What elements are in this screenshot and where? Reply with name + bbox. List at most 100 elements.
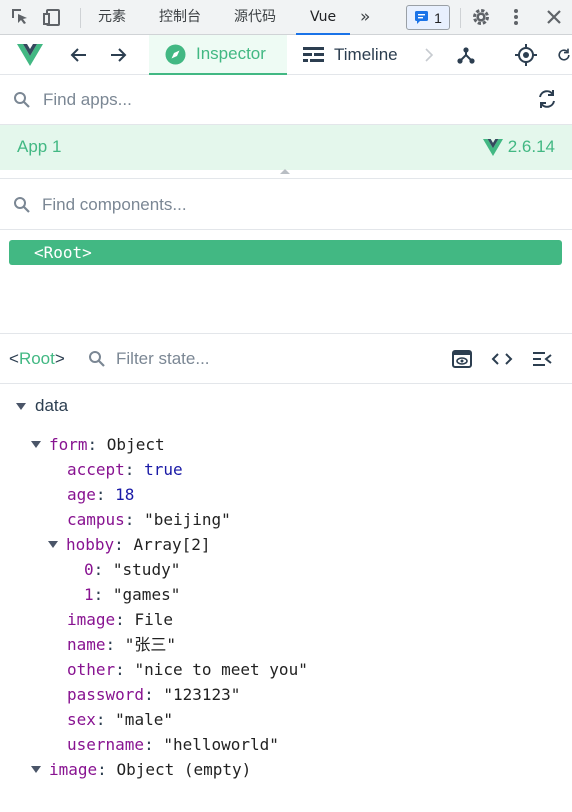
message-icon (415, 11, 429, 24)
state-key: campus (67, 510, 125, 529)
find-components-input[interactable]: Find components... (42, 195, 187, 215)
devtools-toolbar: 元素 控制台 源代码 Vue » 1 (0, 0, 572, 35)
toolbar-divider (80, 8, 81, 28)
state-key: age (67, 485, 96, 504)
chevron-right-icon[interactable] (422, 43, 436, 67)
state-value: "helloworld" (163, 735, 279, 754)
state-row-1: 1: "games" (84, 582, 180, 607)
timeline-icon (303, 47, 324, 62)
expand-triangle-icon[interactable] (31, 766, 41, 773)
state-key: other (67, 660, 116, 679)
state-section-label: data (35, 396, 69, 415)
search-icon (14, 197, 30, 213)
state-separator: : (144, 685, 164, 704)
tab-inspector[interactable]: Inspector (149, 35, 287, 75)
component-graph-icon[interactable] (454, 43, 478, 67)
toolbar-divider (460, 8, 461, 28)
tab-timeline[interactable]: Timeline (303, 35, 398, 75)
inspect-element-icon[interactable] (9, 6, 31, 28)
scroll-to-component-icon[interactable] (451, 348, 473, 370)
state-value: "nice to meet you" (134, 660, 308, 679)
state-header: <Root> Filter state... (0, 334, 572, 384)
issues-badge[interactable]: 1 (406, 5, 450, 30)
close-icon[interactable] (543, 6, 565, 28)
state-value: Object (106, 435, 165, 454)
state-separator: : (115, 660, 135, 679)
state-separator: : (115, 610, 135, 629)
state-separator: : (95, 485, 116, 504)
resize-handle-icon[interactable] (280, 169, 290, 174)
state-value: Array[2] (133, 535, 211, 554)
refresh-icon[interactable] (556, 43, 572, 67)
state-value: true (144, 460, 183, 479)
state-value: 18 (115, 485, 135, 504)
sync-icon[interactable] (536, 88, 558, 110)
state-separator: : (105, 635, 125, 654)
state-separator: : (124, 510, 145, 529)
state-value: "games" (112, 585, 181, 604)
state-section-data[interactable]: data (16, 396, 68, 416)
gear-icon[interactable] (470, 6, 492, 28)
state-separator: : (93, 560, 113, 579)
state-value: Object (empty) (116, 760, 252, 779)
state-row-hobby[interactable]: hobby: Array[2] (48, 532, 211, 557)
component-tree-root[interactable]: <Root> (9, 240, 562, 265)
state-row-sex: sex: "male" (67, 707, 173, 732)
state-row-image[interactable]: image: Object (empty) (31, 757, 252, 782)
expand-triangle-icon[interactable] (31, 441, 41, 448)
tab-vue[interactable]: Vue (296, 0, 350, 35)
tab-inspector-label: Inspector (196, 44, 266, 63)
state-separator: : (124, 460, 145, 479)
state-key: image (49, 760, 98, 779)
target-select-icon[interactable] (514, 43, 538, 67)
find-apps-input[interactable]: Find apps... (43, 90, 132, 110)
tab-console[interactable]: 控制台 (159, 0, 201, 35)
state-separator: : (93, 585, 113, 604)
app-list-item[interactable]: App 1 2.6.14 (0, 125, 572, 170)
code-icon[interactable] (491, 348, 513, 370)
state-separator: : (97, 760, 117, 779)
state-row-form[interactable]: form: Object (31, 432, 165, 457)
vue-logo-icon[interactable] (16, 43, 44, 67)
expand-triangle-icon[interactable] (48, 541, 58, 548)
collapse-panel-icon[interactable] (531, 348, 553, 370)
state-value: "beijing" (144, 510, 231, 529)
issues-count: 1 (434, 9, 442, 26)
device-toolbar-icon[interactable] (42, 6, 64, 28)
forward-arrow-icon[interactable] (106, 43, 130, 67)
state-key: username (67, 735, 145, 754)
vue-version: 2.6.14 (482, 137, 555, 157)
state-value: "male" (115, 710, 173, 729)
expand-triangle-icon (16, 402, 26, 410)
state-key: 1 (84, 585, 94, 604)
tab-sources[interactable]: 源代码 (234, 0, 276, 35)
compass-icon (165, 44, 186, 64)
filter-state-input[interactable]: Filter state... (116, 349, 210, 369)
state-row-username: username: "helloworld" (67, 732, 279, 757)
tab-timeline-label: Timeline (334, 45, 398, 64)
state-key: name (67, 635, 106, 654)
vue-logo-icon (482, 138, 503, 156)
state-row-other: other: "nice to meet you" (67, 657, 308, 682)
state-value: "张三" (124, 635, 177, 654)
back-arrow-icon[interactable] (67, 43, 91, 67)
state-key: hobby (66, 535, 115, 554)
state-key: password (67, 685, 145, 704)
search-icon (14, 92, 30, 108)
state-row-campus: campus: "beijing" (67, 507, 231, 532)
vue-devtools-toolbar: Inspector Timeline (0, 35, 572, 75)
kebab-menu-icon[interactable] (505, 6, 527, 28)
state-value: File (134, 610, 173, 629)
state-separator: : (144, 735, 164, 754)
component-name-label: Root (18, 349, 55, 368)
vue-version-label: 2.6.14 (507, 137, 555, 156)
more-tabs-button[interactable]: » (360, 0, 370, 35)
state-separator: : (95, 710, 116, 729)
tab-elements[interactable]: 元素 (98, 0, 126, 35)
state-key: 0 (84, 560, 94, 579)
state-key: image (67, 610, 116, 629)
selected-component-name: <Root> (9, 349, 65, 368)
state-key: accept (67, 460, 125, 479)
divider (0, 178, 572, 179)
state-value: "study" (112, 560, 181, 579)
